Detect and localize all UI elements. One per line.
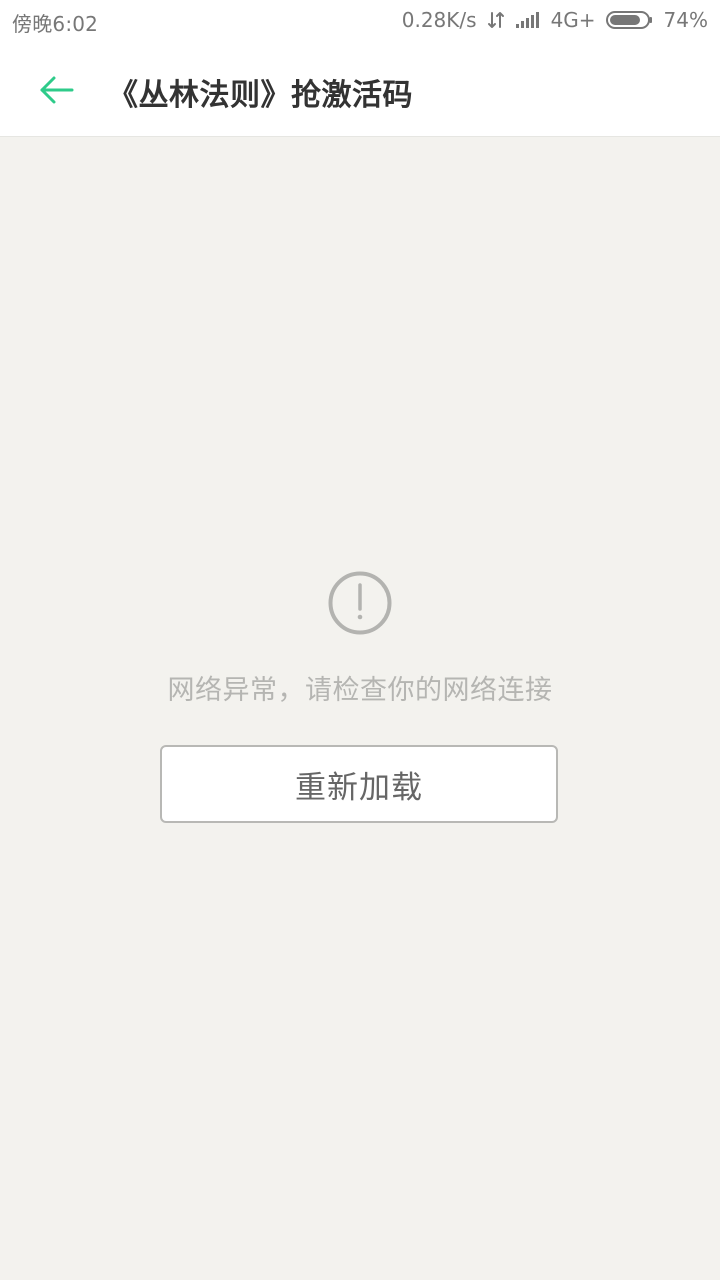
status-bar: 傍晚6:02 0.28K/s 4G+ 74% — [0, 0, 720, 42]
page-title: 《丛林法则》抢激活码 — [108, 78, 413, 113]
data-arrows-icon — [487, 10, 505, 30]
battery-level: 74% — [663, 8, 708, 32]
network-type: 4G+ — [550, 8, 596, 32]
back-arrow-icon — [36, 72, 76, 108]
network-speed: 0.28K/s — [401, 8, 477, 32]
top-app-bar: 《丛林法则》抢激活码 — [0, 42, 720, 137]
error-message: 网络异常，请检查你的网络连接 — [167, 675, 553, 706]
status-right: 0.28K/s 4G+ 74% — [402, 8, 708, 32]
reload-button[interactable]: 重新加载 — [160, 745, 558, 823]
battery-icon — [605, 9, 654, 31]
content-area: 网络异常，请检查你的网络连接 重新加载 — [0, 137, 720, 1280]
exclamation-circle-icon — [326, 569, 394, 637]
back-button[interactable] — [32, 66, 80, 114]
signal-icon — [515, 11, 541, 29]
status-time: 傍晚6:02 — [12, 12, 99, 36]
reload-button-label: 重新加载 — [295, 769, 423, 806]
